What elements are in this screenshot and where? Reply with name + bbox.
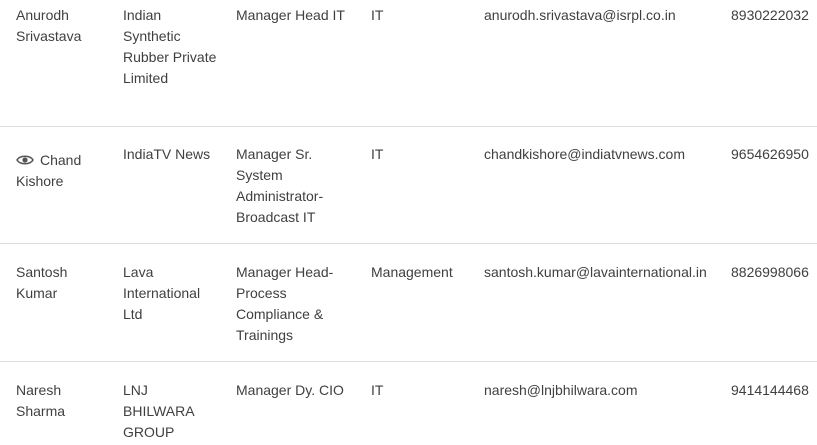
email-address: santosh.kumar@lavainternational.in: [484, 264, 707, 280]
designation: Manager Head IT: [236, 7, 345, 23]
designation: Manager Dy. CIO: [236, 382, 344, 398]
phone-number: 9654626950: [731, 146, 809, 162]
email-address: chandkishore@indiatvnews.com: [484, 146, 685, 162]
phone-number: 9414144468: [731, 382, 809, 398]
department: IT: [371, 146, 384, 162]
designation: Manager Head-Process Compliance & Traini…: [236, 264, 334, 343]
table-row: Naresh Sharma LNJ BHILWARA GROUP Manager…: [0, 362, 817, 445]
eye-icon[interactable]: [16, 154, 34, 166]
contact-name-cell: Chand Kishore: [16, 150, 106, 192]
table-row: Chand Kishore IndiaTV News Manager Sr. S…: [0, 127, 817, 243]
department: Management: [371, 264, 453, 280]
email-address: anurodh.srivastava@isrpl.co.in: [484, 7, 676, 23]
department: IT: [371, 7, 384, 23]
company-name: Indian Synthetic Rubber Private Limited: [123, 7, 217, 86]
table-row: Santosh Kumar Lava International Ltd Man…: [0, 244, 817, 361]
phone-number: 8930222032: [731, 7, 809, 23]
email-address: naresh@lnjbhilwara.com: [484, 382, 638, 398]
contact-name: Santosh Kumar: [16, 264, 68, 301]
contacts-table: Anurodh Srivastava Indian Synthetic Rubb…: [0, 0, 817, 445]
company-name: LNJ BHILWARA GROUP: [123, 382, 194, 440]
contact-name: Anurodh Srivastava: [16, 7, 82, 44]
contact-name: Naresh Sharma: [16, 382, 66, 419]
department: IT: [371, 382, 384, 398]
company-name: Lava International Ltd: [123, 264, 201, 322]
designation: Manager Sr. System Administrator-Broadca…: [236, 146, 324, 225]
phone-number: 8826998066: [731, 264, 809, 280]
company-name: IndiaTV News: [123, 146, 211, 162]
table-row: Anurodh Srivastava Indian Synthetic Rubb…: [0, 0, 817, 126]
